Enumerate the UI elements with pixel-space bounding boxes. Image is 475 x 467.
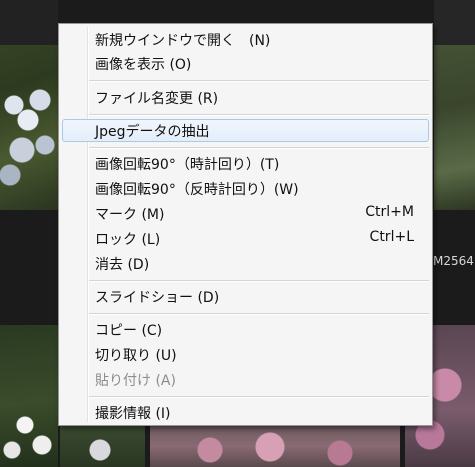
thumbnail-dark-top (0, 0, 58, 45)
menu-item-label: Jpegデータの抽出 (95, 124, 210, 140)
menu-item-label: ロック (L) (95, 232, 161, 248)
menu-separator (89, 280, 429, 282)
menu-item-label: マーク (M) (95, 207, 165, 223)
menu-item-extract-jpeg[interactable]: Jpegデータの抽出 (62, 119, 429, 142)
menu-item-label: 貼り付け (A) (95, 373, 176, 389)
menu-item-delete[interactable]: 消去 (D) (62, 252, 429, 275)
menu-item-cut[interactable]: 切り取り (U) (62, 343, 429, 366)
menu-item-label: 画像を表示 (O) (95, 57, 192, 73)
menu-separator (89, 80, 429, 82)
menu-item-label: スライドショー (D) (95, 290, 220, 306)
menu-item-label: 新規ウインドウで開く (N) (95, 33, 271, 49)
menu-item-open-new-window[interactable]: 新規ウインドウで開く (N) (62, 28, 429, 51)
menu-item-rotate-cw[interactable]: 画像回転90°（時計回り）(T) (62, 152, 429, 175)
menu-item-mark[interactable]: マーク (M) Ctrl+M (62, 202, 429, 225)
menu-item-copy[interactable]: コピー (C) (62, 318, 429, 341)
menu-item-shortcut: Ctrl+L (369, 229, 414, 245)
menu-separator (89, 114, 429, 116)
thumbnail-dark-top-right (434, 0, 475, 45)
thumbnail-bottom-left[interactable] (60, 425, 145, 467)
menu-separator (89, 313, 429, 315)
menu-item-label: コピー (C) (95, 323, 163, 339)
menu-item-paste: 貼り付け (A) (62, 368, 429, 391)
menu-item-label: 画像回転90°（時計回り）(T) (95, 157, 280, 173)
menu-item-lock[interactable]: ロック (L) Ctrl+L (62, 227, 429, 250)
menu-item-rotate-ccw[interactable]: 画像回転90°（反時計回り）(W) (62, 177, 429, 200)
thumbnail-filename: M2564 (433, 254, 474, 268)
menu-item-label: 撮影情報 (I) (95, 406, 171, 422)
menu-item-rename-file[interactable]: ファイル名変更 (R) (62, 86, 429, 109)
menu-item-slideshow[interactable]: スライドショー (D) (62, 285, 429, 308)
menu-separator (89, 396, 429, 398)
menu-item-label: 画像回転90°（反時計回り）(W) (95, 182, 299, 198)
thumbnail-pink-flowers[interactable] (150, 425, 400, 467)
menu-item-label: ファイル名変更 (R) (95, 91, 219, 107)
context-menu: 新規ウインドウで開く (N) 画像を表示 (O) ファイル名変更 (R) Jpe… (58, 23, 433, 426)
menu-item-label: 切り取り (U) (95, 348, 177, 364)
menu-item-label: 消去 (D) (95, 257, 150, 273)
menu-item-shooting-info[interactable]: 撮影情報 (I) (62, 401, 429, 424)
thumbnail-white-flowers[interactable] (0, 325, 58, 467)
menu-separator (89, 147, 429, 149)
menu-item-shortcut: Ctrl+M (365, 204, 414, 220)
menu-item-show-image[interactable]: 画像を表示 (O) (62, 52, 429, 75)
